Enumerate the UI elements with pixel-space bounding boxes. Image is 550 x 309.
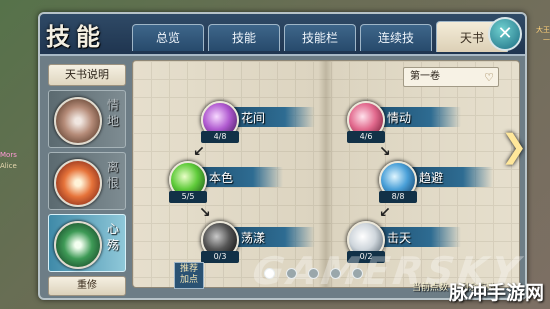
current-points-label: 当前点数 (412, 283, 449, 293)
skill-node-huajian[interactable]: 花间 4/8 (195, 101, 315, 145)
page-dot[interactable] (308, 268, 319, 279)
recommend-points-button[interactable]: 推荐 加点 (174, 262, 204, 289)
tab-skills[interactable]: 技能 (208, 24, 280, 51)
page-dot[interactable] (264, 268, 275, 279)
sidebar-item-lihen[interactable]: 离 恨 (48, 152, 126, 210)
next-page-arrow-icon[interactable]: ❯ (499, 126, 529, 166)
reset-button[interactable]: 重修 (48, 276, 126, 296)
player-name: Alice (0, 162, 17, 170)
sidebar-item-qingdi[interactable]: 情 地 (48, 90, 126, 148)
sidebar-item-label: 离 恨 (106, 160, 119, 190)
close-button[interactable]: ✕ (488, 17, 522, 51)
window-title: 技能 (46, 22, 106, 51)
window-header: 技能 总览 技能 技能栏 连续技 天书 ✕ (40, 14, 525, 56)
game-scene-left: Mors Alice (0, 150, 38, 220)
page-dot[interactable] (286, 268, 297, 279)
fire-emblem-icon (54, 159, 102, 207)
skill-name: 本色 (209, 171, 234, 185)
skill-name: 情动 (387, 111, 412, 125)
heart-icon: ♡ (484, 71, 494, 84)
volume-select[interactable]: 第一卷 ♡ (403, 67, 499, 87)
skill-node-qingdong[interactable]: 情动 4/6 (341, 101, 461, 145)
tab-overview[interactable]: 总览 (132, 24, 204, 51)
skill-level: 4/6 (347, 131, 385, 143)
skills-window: 技能 总览 技能 技能栏 连续技 天书 ✕ 天书说明 情 地 离 恨 心 殇 重… (38, 12, 527, 300)
volume-label: 第一卷 (410, 71, 440, 82)
tab-combo[interactable]: 连续技 (360, 24, 432, 51)
sidebar: 天书说明 情 地 离 恨 心 殇 重修 (48, 64, 128, 296)
branch-arrow-icon: ↘ (199, 205, 211, 221)
page-dot[interactable] (330, 268, 341, 279)
tianshu-info-button[interactable]: 天书说明 (48, 64, 126, 86)
player-name: Mors (0, 151, 17, 159)
skill-node-qubi[interactable]: 趋避 8/8 (373, 161, 493, 205)
branch-arrow-icon: ↙ (193, 144, 205, 160)
tab-skill-bar[interactable]: 技能栏 (284, 24, 356, 51)
skill-name: 荡漾 (241, 231, 266, 245)
skill-node-bense[interactable]: 本色 5/5 (163, 161, 283, 205)
leaf-emblem-icon (54, 221, 102, 269)
sidebar-item-xinshang[interactable]: 心 殇 (48, 214, 126, 272)
site-brand: 脉冲手游网 (448, 282, 544, 304)
tianshu-book: 第一卷 ♡ 花间 4/8 ↙ 本色 5/5 ↘ 荡漾 0/3 情动 4/6 ↘ … (132, 60, 526, 293)
close-icon: ✕ (497, 23, 513, 44)
skill-name: 击天 (387, 231, 412, 245)
branch-arrow-icon: ↘ (379, 144, 391, 160)
page-indicator (264, 268, 363, 279)
lotus-icon (54, 97, 102, 145)
sidebar-item-label: 情 地 (106, 98, 119, 128)
sidebar-item-label: 心 殇 (106, 222, 119, 252)
page-dot[interactable] (352, 268, 363, 279)
skill-name: 花间 (241, 111, 266, 125)
skill-level: 0/3 (201, 251, 239, 263)
branch-arrow-icon: ↙ (379, 205, 391, 221)
skill-name: 趋避 (419, 171, 444, 185)
skill-level: 4/8 (201, 131, 239, 143)
tab-bar: 总览 技能 技能栏 连续技 天书 (132, 21, 508, 52)
skill-level: 8/8 (379, 191, 417, 203)
skill-level: 5/5 (169, 191, 207, 203)
